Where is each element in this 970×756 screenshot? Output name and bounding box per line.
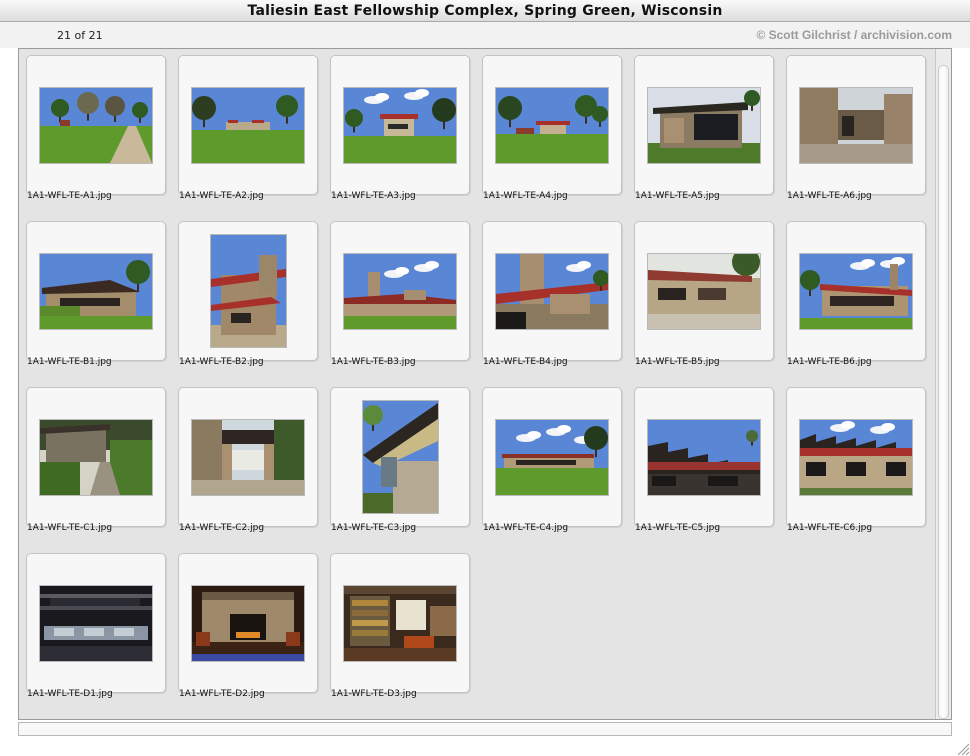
thumbnail-item[interactable]: 1A1-WFL-TE-A6.jpg [779, 49, 931, 209]
thumbnail-item[interactable]: 1A1-WFL-TE-C5.jpg [627, 381, 779, 541]
thumbnail-frame[interactable] [634, 55, 774, 195]
thumbnail-frame[interactable] [178, 55, 318, 195]
thumbnail-item[interactable]: 1A1-WFL-TE-B5.jpg [627, 215, 779, 375]
thumbnail-item[interactable]: 1A1-WFL-TE-B6.jpg [779, 215, 931, 375]
resize-grip-icon[interactable] [954, 740, 970, 756]
thumbnail-item[interactable]: 1A1-WFL-TE-A3.jpg [323, 49, 475, 209]
thumbnail-item[interactable]: 1A1-WFL-TE-A1.jpg [19, 49, 171, 209]
horizontal-scrollbar[interactable] [18, 722, 952, 736]
thumbnail-image[interactable] [648, 254, 760, 329]
thumbnail-frame[interactable] [634, 387, 774, 527]
window-title: Taliesin East Fellowship Complex, Spring… [0, 0, 970, 22]
thumbnail-filename: 1A1-WFL-TE-C3.jpg [331, 523, 417, 533]
thumbnail-image[interactable] [40, 420, 152, 495]
thumbnail-filename: 1A1-WFL-TE-C1.jpg [27, 523, 113, 533]
thumbnail-image[interactable] [363, 401, 438, 513]
thumbnail-image[interactable] [344, 88, 456, 163]
thumbnail-filename: 1A1-WFL-TE-A5.jpg [635, 191, 720, 201]
thumbnail-filename: 1A1-WFL-TE-C5.jpg [635, 523, 721, 533]
thumbnail-frame[interactable] [482, 55, 622, 195]
thumbnail-item[interactable]: 1A1-WFL-TE-D3.jpg [323, 547, 475, 707]
thumbnail-image[interactable] [40, 88, 152, 163]
thumbnail-item[interactable]: 1A1-WFL-TE-A5.jpg [627, 49, 779, 209]
thumbnail-frame[interactable] [178, 553, 318, 693]
scrollbar-thumb[interactable] [938, 65, 949, 719]
thumbnail-image[interactable] [192, 88, 304, 163]
thumbnail-frame[interactable] [330, 387, 470, 527]
thumbnail-image[interactable] [211, 235, 286, 347]
thumbnail-filename: 1A1-WFL-TE-A6.jpg [787, 191, 872, 201]
thumbnail-filename: 1A1-WFL-TE-A4.jpg [483, 191, 568, 201]
thumbnail-frame[interactable] [482, 221, 622, 361]
thumbnail-image[interactable] [496, 420, 608, 495]
vertical-scrollbar[interactable] [935, 49, 951, 719]
thumbnail-item[interactable]: 1A1-WFL-TE-C3.jpg [323, 381, 475, 541]
thumbnail-image[interactable] [496, 254, 608, 329]
thumbnail-image[interactable] [344, 254, 456, 329]
thumbnail-filename: 1A1-WFL-TE-B4.jpg [483, 357, 568, 367]
thumbnail-image[interactable] [648, 88, 760, 163]
thumbnail-frame[interactable] [26, 553, 166, 693]
thumbnail-grid: 1A1-WFL-TE-A1.jpg 1A1-WFL-TE-A2.jpg 1A1-WF… [19, 49, 935, 719]
thumbnail-frame[interactable] [178, 387, 318, 527]
status-bar: 21 of 21 © Scott Gilchrist / archivision… [0, 22, 970, 48]
thumbnail-item[interactable]: 1A1-WFL-TE-B4.jpg [475, 215, 627, 375]
thumbnail-frame[interactable] [26, 387, 166, 527]
thumbnail-item[interactable]: 1A1-WFL-TE-C2.jpg [171, 381, 323, 541]
thumbnail-frame[interactable] [482, 387, 622, 527]
thumbnail-image[interactable] [192, 586, 304, 661]
thumbnail-browser: 1A1-WFL-TE-A1.jpg 1A1-WFL-TE-A2.jpg 1A1-WF… [18, 48, 952, 720]
thumbnail-item[interactable]: 1A1-WFL-TE-D2.jpg [171, 547, 323, 707]
thumbnail-frame[interactable] [786, 55, 926, 195]
image-count: 21 of 21 [57, 29, 103, 42]
thumbnail-frame[interactable] [634, 221, 774, 361]
thumbnail-image[interactable] [800, 88, 912, 163]
thumbnail-frame[interactable] [178, 221, 318, 361]
thumbnail-item[interactable]: 1A1-WFL-TE-B2.jpg [171, 215, 323, 375]
thumbnail-filename: 1A1-WFL-TE-B3.jpg [331, 357, 416, 367]
thumbnail-image[interactable] [800, 420, 912, 495]
thumbnail-filename: 1A1-WFL-TE-B5.jpg [635, 357, 720, 367]
thumbnail-filename: 1A1-WFL-TE-D2.jpg [179, 689, 265, 699]
thumbnail-image[interactable] [800, 254, 912, 329]
thumbnail-filename: 1A1-WFL-TE-C6.jpg [787, 523, 873, 533]
thumbnail-frame[interactable] [330, 553, 470, 693]
thumbnail-image[interactable] [496, 88, 608, 163]
thumbnail-frame[interactable] [330, 55, 470, 195]
thumbnail-image[interactable] [40, 586, 152, 661]
thumbnail-image[interactable] [648, 420, 760, 495]
thumbnail-filename: 1A1-WFL-TE-B6.jpg [787, 357, 872, 367]
thumbnail-frame[interactable] [26, 221, 166, 361]
thumbnail-filename: 1A1-WFL-TE-C2.jpg [179, 523, 265, 533]
thumbnail-item[interactable]: 1A1-WFL-TE-B1.jpg [19, 215, 171, 375]
thumbnail-frame[interactable] [26, 55, 166, 195]
photo-credit: © Scott Gilchrist / archivision.com [756, 28, 952, 42]
thumbnail-frame[interactable] [330, 221, 470, 361]
thumbnail-item[interactable]: 1A1-WFL-TE-B3.jpg [323, 215, 475, 375]
thumbnail-filename: 1A1-WFL-TE-D1.jpg [27, 689, 113, 699]
thumbnail-frame[interactable] [786, 387, 926, 527]
thumbnail-filename: 1A1-WFL-TE-B2.jpg [179, 357, 264, 367]
thumbnail-image[interactable] [344, 586, 456, 661]
thumbnail-item[interactable]: 1A1-WFL-TE-C1.jpg [19, 381, 171, 541]
thumbnail-frame[interactable] [786, 221, 926, 361]
thumbnail-item[interactable]: 1A1-WFL-TE-C4.jpg [475, 381, 627, 541]
thumbnail-item[interactable]: 1A1-WFL-TE-D1.jpg [19, 547, 171, 707]
thumbnail-item[interactable]: 1A1-WFL-TE-A4.jpg [475, 49, 627, 209]
thumbnail-item[interactable]: 1A1-WFL-TE-A2.jpg [171, 49, 323, 209]
thumbnail-item[interactable]: 1A1-WFL-TE-C6.jpg [779, 381, 931, 541]
thumbnail-filename: 1A1-WFL-TE-C4.jpg [483, 523, 569, 533]
thumbnail-filename: 1A1-WFL-TE-A1.jpg [27, 191, 112, 201]
thumbnail-filename: 1A1-WFL-TE-B1.jpg [27, 357, 112, 367]
thumbnail-filename: 1A1-WFL-TE-A2.jpg [179, 191, 264, 201]
thumbnail-image[interactable] [192, 420, 304, 495]
thumbnail-image[interactable] [40, 254, 152, 329]
thumbnail-filename: 1A1-WFL-TE-A3.jpg [331, 191, 416, 201]
thumbnail-filename: 1A1-WFL-TE-D3.jpg [331, 689, 417, 699]
